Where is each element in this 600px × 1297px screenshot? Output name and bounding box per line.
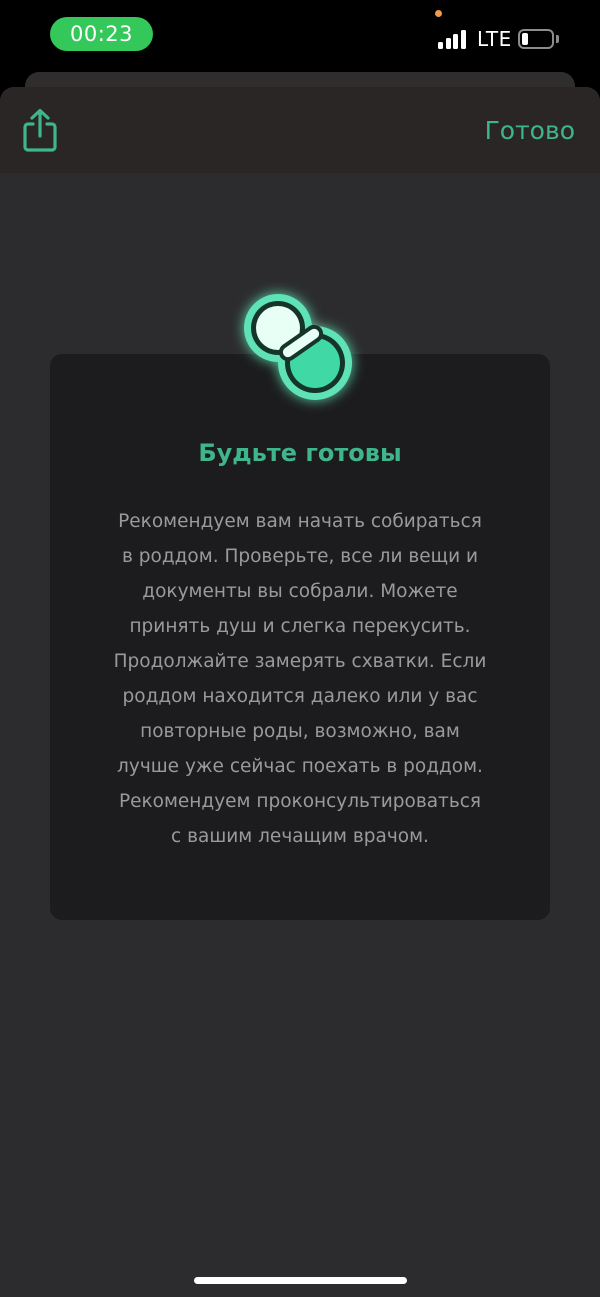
home-indicator[interactable] <box>194 1277 407 1284</box>
battery-tip <box>556 35 559 43</box>
card-body-text: Рекомендуем вам начать собираться в родд… <box>113 511 487 847</box>
signal-bar <box>445 38 451 49</box>
card-title: Будьте готовы <box>198 439 402 467</box>
pacifier-icon <box>232 282 367 417</box>
info-card: Будьте готовы Рекомендуем вам начать соб… <box>50 354 550 920</box>
share-button[interactable] <box>18 107 62 155</box>
cellular-signal-icon <box>438 29 470 49</box>
battery-icon <box>518 29 554 49</box>
status-bar: 00:23 LTE <box>0 0 600 72</box>
status-time[interactable]: 00:23 <box>50 17 153 51</box>
app-screen: 00:23 LTE Готово Будьте готовы Рекоменду… <box>0 0 600 1297</box>
modal-sheet: Готово Будьте готовы Рекомендуем вам нач… <box>0 87 600 1297</box>
privacy-indicator-dot <box>435 10 442 17</box>
done-button[interactable]: Готово <box>485 111 575 151</box>
battery-level-fill <box>522 33 528 45</box>
navigation-bar: Готово <box>0 87 600 173</box>
signal-bar <box>460 30 466 49</box>
signal-bar <box>453 34 458 49</box>
network-type-label: LTE <box>477 27 512 51</box>
signal-bar <box>438 42 443 49</box>
share-icon <box>23 108 57 152</box>
